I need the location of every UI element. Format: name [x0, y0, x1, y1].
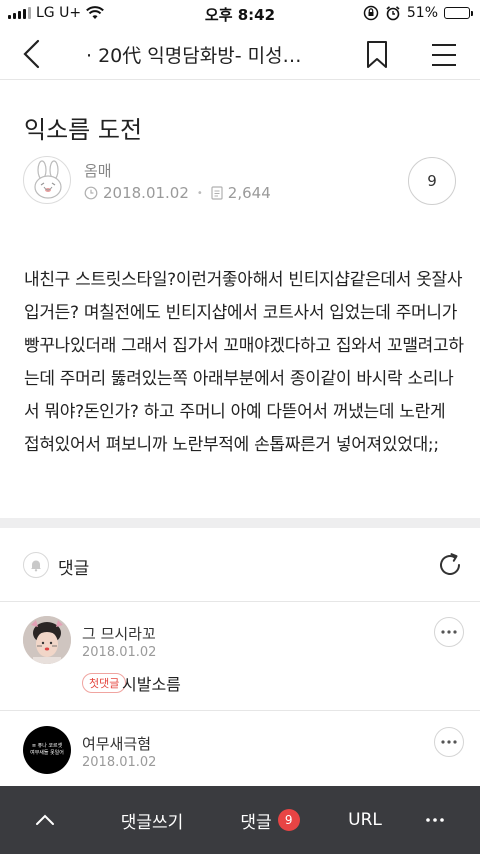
comment-count-button[interactable]: 9 — [408, 157, 456, 205]
comments-button-label: 댓글 — [240, 812, 272, 833]
scroll-top-button[interactable] — [20, 786, 70, 854]
clock-icon — [84, 186, 98, 200]
notification-toggle[interactable] — [23, 552, 49, 578]
post-date: 2018.01.02 — [103, 184, 189, 202]
author-avatar[interactable] — [23, 156, 71, 204]
comment-date: 2018.01.02 — [82, 645, 157, 660]
back-arrow-icon[interactable] — [18, 38, 48, 70]
board-title[interactable]: · 20代 익명담화방- 미성… — [86, 41, 336, 68]
bell-icon — [31, 560, 41, 572]
comment-date: 2018.01.02 — [82, 755, 157, 770]
comments-count-badge: 9 — [277, 809, 300, 831]
post-body: 내친구 스트릿스타일?이런거좋아해서 빈티지샵같은데서 옷잘사입거든? 며칠전에… — [24, 270, 464, 455]
chevron-up-icon — [36, 814, 54, 825]
comment-text: 시발소름 — [122, 675, 181, 694]
alarm-icon — [386, 6, 400, 21]
rabbit-avatar-icon — [34, 160, 62, 199]
commenter-name: 여무새극혐 — [82, 735, 152, 753]
commenter-name: 그 므시라꼬 — [82, 625, 156, 643]
bottom-toolbar: 댓글쓰기 댓글 9 URL — [0, 786, 480, 854]
avatar-caption: 여무새들 못일어 — [30, 750, 64, 756]
nav-bar: · 20代 익명담화방- 미성… — [0, 28, 480, 80]
post-meta: 2018.01.02 • 2,644 — [84, 184, 271, 202]
author-name: 옴매 — [84, 162, 112, 180]
comment-item: ≡ 퓨나 코르셋 여무새들 못일어 여무새극혐 2018.01.02 — [0, 711, 480, 786]
commenter-avatar[interactable]: ≡ 퓨나 코르셋 여무새들 못일어 — [23, 726, 71, 774]
comment-more-button[interactable] — [434, 727, 464, 757]
comments-label: 댓글 — [58, 559, 90, 579]
more-dots-icon — [441, 630, 457, 634]
write-comment-button[interactable]: 댓글쓰기 — [92, 786, 212, 854]
comment-item: 그 므시라꼬 2018.01.02 첫댓글 시발소름 — [0, 603, 480, 710]
more-dots-icon — [441, 740, 457, 744]
url-button[interactable]: URL — [330, 786, 400, 854]
first-comment-badge: 첫댓글 — [82, 673, 127, 693]
refresh-icon[interactable] — [436, 551, 464, 579]
section-divider — [0, 518, 480, 528]
meta-separator: • — [196, 187, 203, 199]
comments-header: 댓글 — [0, 528, 480, 602]
comment-more-button[interactable] — [434, 617, 464, 647]
profile-photo-icon — [23, 616, 71, 664]
comments-button[interactable]: 댓글 9 — [220, 786, 320, 854]
bookmark-icon[interactable] — [364, 40, 390, 70]
document-icon — [211, 186, 223, 200]
more-options-button[interactable] — [414, 786, 456, 854]
menu-icon[interactable] — [430, 42, 458, 68]
status-bar: LG U+ 오후 8:42 51% — [0, 0, 480, 28]
battery-icon — [444, 7, 473, 19]
post-views: 2,644 — [227, 184, 271, 202]
status-right: 51% — [363, 5, 473, 21]
battery-percent: 51% — [406, 5, 438, 21]
commenter-avatar[interactable] — [23, 616, 71, 664]
more-dots-icon — [426, 818, 444, 822]
avatar-caption: ≡ 퓨나 코르셋 — [31, 743, 63, 749]
post-title: 익소름 도전 — [24, 116, 143, 144]
rotation-lock-icon — [363, 5, 379, 21]
